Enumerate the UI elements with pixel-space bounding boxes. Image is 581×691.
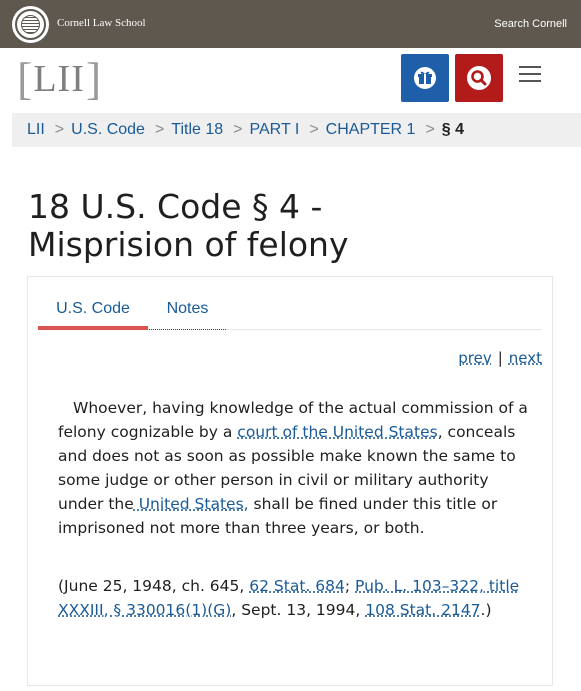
stat-62-684-link[interactable]: 62 Stat. 684 (249, 577, 345, 595)
breadcrumb-lii[interactable]: LII (27, 121, 45, 139)
search-icon (467, 66, 491, 90)
pager-divider: | (497, 349, 503, 367)
seal-core (21, 15, 40, 34)
next-link[interactable]: next (509, 349, 542, 367)
cornell-law-school-link[interactable]: Cornell Law School (57, 17, 146, 29)
tab-us-code[interactable]: U.S. Code (38, 297, 148, 330)
breadcrumb-separator: > (154, 121, 165, 138)
breadcrumb-chapter-1[interactable]: CHAPTER 1 (326, 121, 416, 139)
source-citation: (June 25, 1948, ch. 645, 62 Stat. 684; P… (58, 574, 536, 622)
court-of-the-united-states-link[interactable]: court of the United States (237, 423, 437, 441)
page-title-line-1: 18 U.S. Code § 4 - (28, 187, 323, 226)
gift-button[interactable] (401, 54, 449, 102)
hamburger-menu-icon[interactable] (519, 66, 541, 82)
seal-ring (15, 9, 46, 40)
breadcrumb-separator: > (54, 121, 65, 138)
breadcrumb-separator: > (425, 121, 435, 138)
lii-logo[interactable]: [ LII ] (17, 56, 101, 102)
search-button[interactable] (455, 54, 503, 102)
prev-link[interactable]: prev (458, 349, 491, 367)
logo-bracket-close: ] (85, 53, 102, 104)
page-title: 18 U.S. Code § 4 - Misprision of felony (28, 188, 568, 264)
menu-line (519, 66, 541, 68)
breadcrumb-current: § 4 (441, 121, 465, 138)
citation-part-2: ; (344, 577, 355, 595)
page-title-line-2: Misprision of felony (28, 225, 349, 264)
top-bar: Cornell Law School Search Cornell (0, 0, 581, 48)
breadcrumb-part-i[interactable]: PART I (250, 121, 300, 139)
stat-108-2147-link[interactable]: 108 Stat. 2147 (365, 601, 480, 619)
tab-notes[interactable]: Notes (149, 297, 226, 330)
citation-part-1: (June 25, 1948, ch. 645, (58, 577, 250, 595)
menu-line (519, 73, 541, 75)
tab-bar: U.S. Code Notes (38, 297, 542, 330)
logo-text: LII (33, 58, 85, 100)
united-states-link[interactable]: United States, (134, 495, 249, 513)
breadcrumb-title-18[interactable]: Title 18 (171, 121, 223, 139)
pager: prev | next (458, 349, 542, 367)
breadcrumb-us-code[interactable]: U.S. Code (71, 121, 145, 139)
cornell-seal-icon[interactable] (12, 6, 49, 43)
breadcrumb-separator: > (309, 121, 319, 138)
statute-text: Whoever, having knowledge of the actual … (58, 396, 528, 540)
menu-line (519, 80, 541, 82)
logo-bracket-open: [ (17, 53, 33, 104)
gift-icon (414, 67, 436, 89)
search-cornell-link[interactable]: Search Cornell (494, 18, 567, 30)
citation-part-4: .) (480, 601, 492, 619)
citation-part-3: , Sept. 13, 1994, (231, 601, 366, 619)
breadcrumb: LII > U.S. Code > Title 18 > PART I > CH… (12, 113, 581, 147)
breadcrumb-separator: > (233, 121, 243, 138)
